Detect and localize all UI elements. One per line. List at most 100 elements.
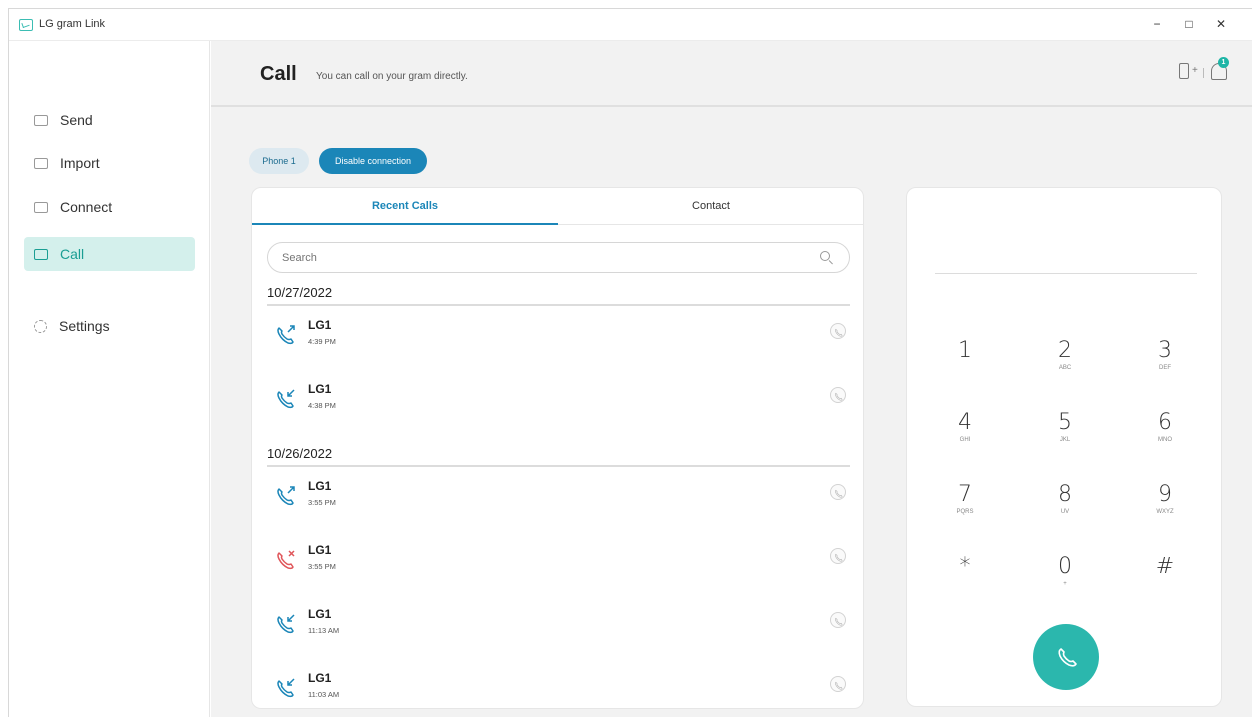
minimize-button[interactable]: − xyxy=(1145,13,1169,35)
caller-name: LG1 xyxy=(308,479,332,493)
search-input[interactable] xyxy=(267,242,850,273)
dialpad-card: 1 2 ABC 3 DEF 4 GHI 5 JKL 6 MNO 7 PQRS 8 UV 9 WXYZ * 0 + # xyxy=(906,187,1222,707)
disable-connection-button[interactable]: Disable connection xyxy=(319,148,427,174)
dial-key[interactable]: 1 xyxy=(935,338,995,396)
phone-icon xyxy=(835,681,843,690)
tab-recent-calls[interactable]: Recent Calls xyxy=(252,188,558,225)
dial-key[interactable]: 4 GHI xyxy=(935,410,995,468)
app-window: LG gram Link − □ ✕ Send Import Connect C… xyxy=(8,8,1252,717)
call-back-button[interactable] xyxy=(830,548,846,564)
call-back-button[interactable] xyxy=(830,484,846,500)
dial-key-letters: DEF xyxy=(1159,365,1171,371)
phone-icon xyxy=(835,553,843,562)
date-header: 10/27/2022 xyxy=(267,285,850,306)
incoming-call-icon xyxy=(277,389,295,409)
call-row[interactable]: LG1 4:38 PM xyxy=(267,379,850,423)
incoming-call-icon xyxy=(277,678,295,698)
dial-call-button[interactable] xyxy=(1033,624,1099,690)
sidebar-item-send[interactable]: Send xyxy=(24,103,195,137)
call-back-button[interactable] xyxy=(830,676,846,692)
dial-key[interactable]: 7 PQRS xyxy=(935,482,995,540)
dial-key[interactable]: 2 ABC xyxy=(1035,338,1095,396)
dial-key-digit: 0 xyxy=(1058,554,1072,579)
search-icon[interactable] xyxy=(820,251,830,261)
dial-key-digit: 7 xyxy=(958,482,972,507)
dial-key[interactable]: 6 MNO xyxy=(1135,410,1195,468)
dial-key[interactable]: 0 + xyxy=(1035,554,1095,612)
call-icon xyxy=(34,248,48,260)
phone-icon xyxy=(835,617,843,626)
dial-key-letters: ABC xyxy=(1058,365,1072,371)
call-back-button[interactable] xyxy=(830,612,846,628)
dial-key-letters: MNO xyxy=(1158,437,1172,443)
dial-key-digit: # xyxy=(1155,554,1175,579)
dial-key[interactable]: * xyxy=(935,554,995,612)
dial-key-letters: + xyxy=(1063,581,1067,587)
date-header: 10/26/2022 xyxy=(267,446,850,467)
dial-key[interactable]: 3 DEF xyxy=(1135,338,1195,396)
caller-name: LG1 xyxy=(308,543,332,557)
title-bar: LG gram Link − □ ✕ xyxy=(9,9,1252,41)
call-row[interactable]: LG1 4:39 PM xyxy=(267,315,850,359)
call-back-button[interactable] xyxy=(830,387,846,403)
phone-icon xyxy=(1058,648,1077,667)
call-time: 4:38 PM xyxy=(308,401,336,410)
call-back-button[interactable] xyxy=(830,323,846,339)
dial-key[interactable]: # xyxy=(1135,554,1195,612)
dial-key[interactable]: 9 WXYZ xyxy=(1135,482,1195,540)
call-row[interactable]: LG1 3:55 PM xyxy=(267,540,850,584)
dial-key-letters: PQRS xyxy=(956,509,974,515)
call-time: 3:55 PM xyxy=(308,562,336,571)
call-row[interactable]: LG1 3:55 PM xyxy=(267,476,850,520)
sidebar-item-label: Import xyxy=(60,155,100,171)
connect-icon xyxy=(34,201,48,213)
page-subtitle: You can call on your gram directly. xyxy=(316,71,468,82)
incoming-call-icon xyxy=(277,614,295,634)
outgoing-call-icon xyxy=(277,325,295,345)
tab-contact[interactable]: Contact xyxy=(558,188,863,225)
caller-name: LG1 xyxy=(308,382,332,396)
sidebar-item-label: Connect xyxy=(60,199,113,215)
call-time: 11:03 AM xyxy=(308,690,340,699)
dial-key-digit: 9 xyxy=(1158,482,1172,507)
caller-name: LG1 xyxy=(308,318,332,332)
main-panel: Call You can call on your gram directly.… xyxy=(211,41,1252,717)
dial-key-digit: 8 xyxy=(1058,482,1072,507)
call-row[interactable]: LG1 11:03 AM xyxy=(267,668,850,708)
dial-key-letters: WXYZ xyxy=(1156,509,1174,515)
maximize-button[interactable]: □ xyxy=(1177,13,1201,35)
call-time: 4:39 PM xyxy=(308,337,336,346)
phone-icon xyxy=(835,392,843,401)
call-time: 3:55 PM xyxy=(308,498,336,507)
dial-key[interactable]: 8 UV xyxy=(1035,482,1095,540)
sidebar-item-call[interactable]: Call xyxy=(24,237,195,271)
sidebar-item-settings[interactable]: Settings xyxy=(24,309,195,343)
sidebar-item-connect[interactable]: Connect xyxy=(24,190,195,224)
dial-key[interactable]: 5 JKL xyxy=(1035,410,1095,468)
sidebar-item-import[interactable]: Import xyxy=(24,146,195,180)
call-row[interactable]: LG1 11:13 AM xyxy=(267,604,850,648)
dial-key-digit: 5 xyxy=(1058,410,1072,435)
window-title: LG gram Link xyxy=(39,18,106,30)
phone-chip[interactable]: Phone 1 xyxy=(249,148,309,174)
dial-key-digit: 4 xyxy=(958,410,972,435)
caller-name: LG1 xyxy=(308,671,332,685)
add-device-icon[interactable] xyxy=(1179,63,1189,79)
dial-number-display[interactable] xyxy=(935,273,1197,274)
phone-icon xyxy=(835,328,843,337)
gear-icon xyxy=(34,319,47,333)
add-device-plus: + xyxy=(1192,65,1198,76)
app-logo-icon xyxy=(19,19,33,31)
page-title: Call xyxy=(260,63,297,85)
outgoing-call-icon xyxy=(277,486,295,506)
caller-name: LG1 xyxy=(308,607,332,621)
import-icon xyxy=(34,157,48,169)
sidebar-item-label: Call xyxy=(60,246,85,262)
close-button[interactable]: ✕ xyxy=(1209,13,1233,35)
recent-calls-card: Recent Calls Contact 10/27/2022 LG1 4:39 P… xyxy=(251,187,864,709)
dial-key-digit: 1 xyxy=(958,338,972,363)
dial-key-letters: UV xyxy=(1060,509,1070,515)
sidebar-item-label: Send xyxy=(60,112,93,128)
dial-key-letters: GHI xyxy=(959,437,971,443)
sidebar-item-label: Settings xyxy=(59,318,110,334)
